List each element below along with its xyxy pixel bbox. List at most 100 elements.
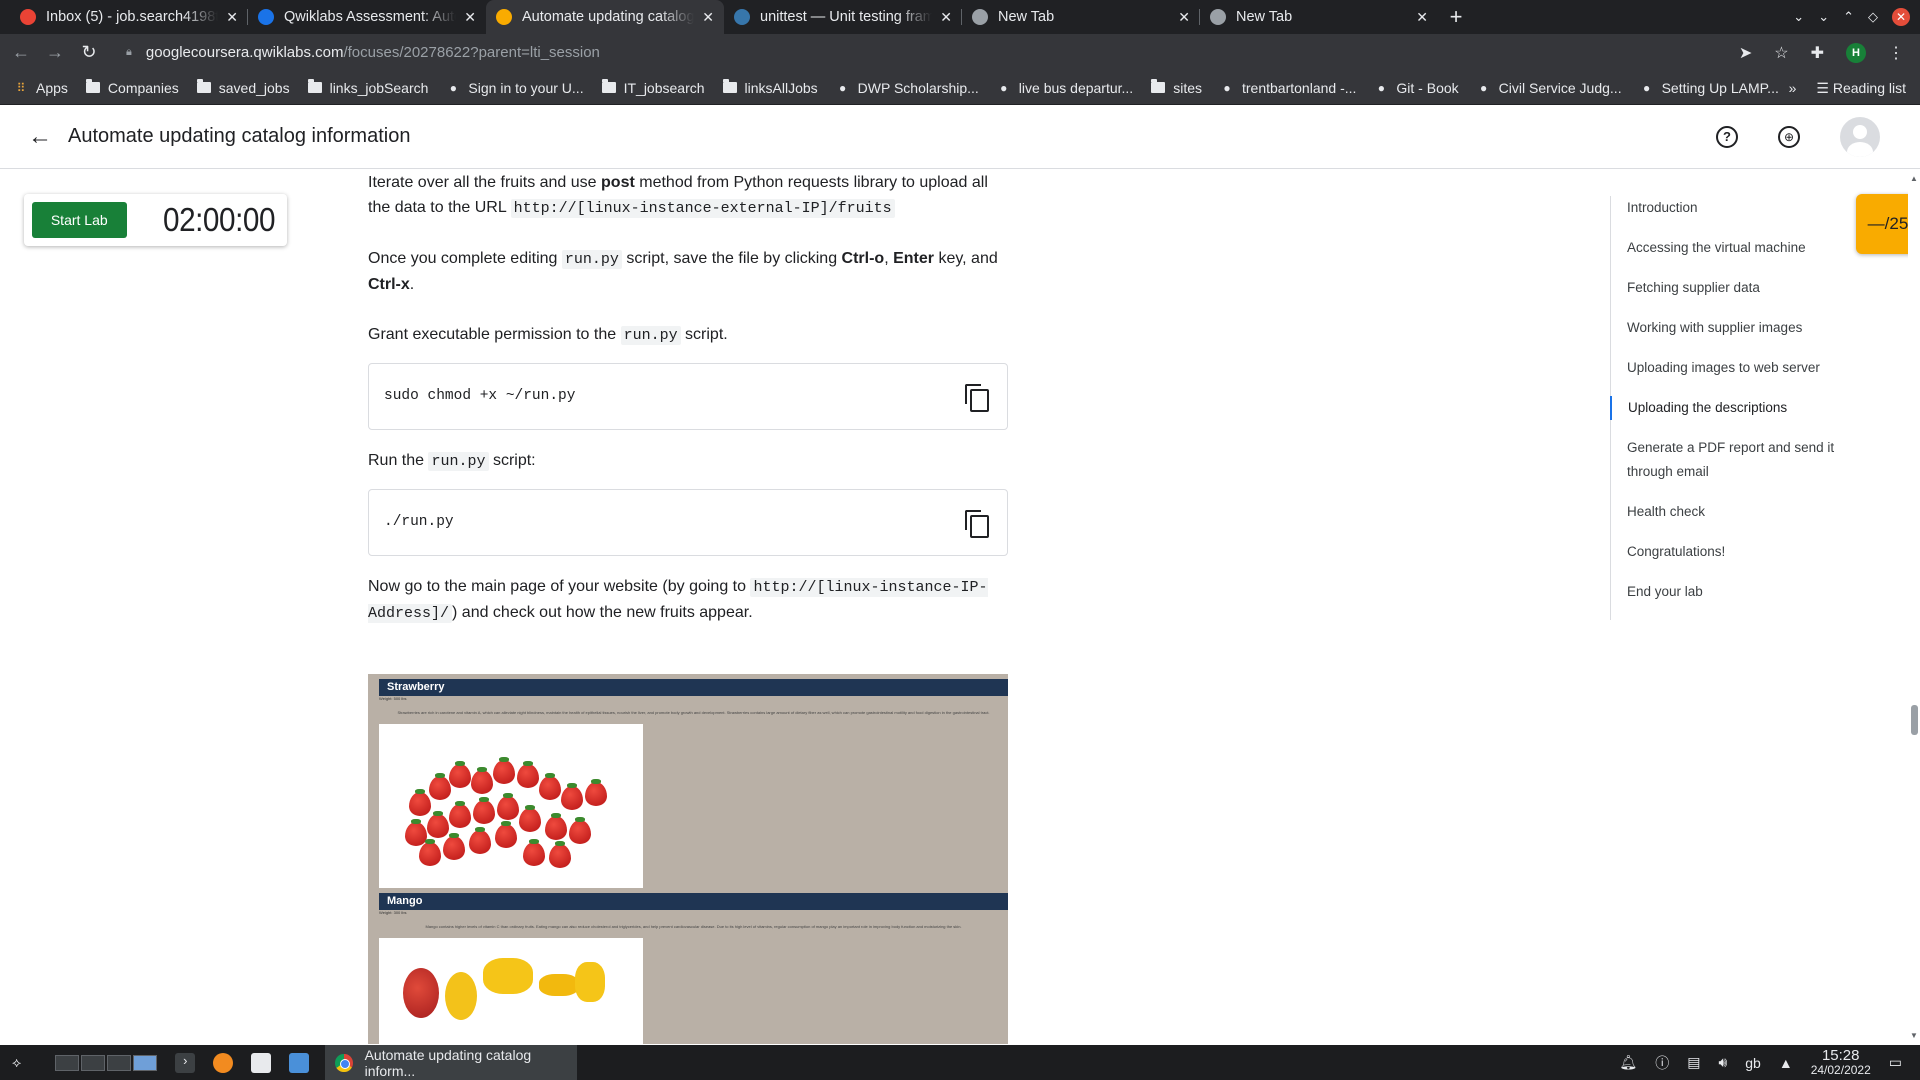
terminal-icon[interactable]: › (175, 1052, 196, 1073)
bookmark-star-icon[interactable]: ☆ (1774, 43, 1788, 63)
browser-tab[interactable]: Automate updating catalog information ✕ (486, 0, 724, 34)
volume-icon[interactable]: 🔊︎ (1718, 1054, 1727, 1071)
toc-item[interactable]: Generate a PDF report and send it throug… (1611, 436, 1850, 484)
back-icon[interactable]: ← (8, 42, 34, 63)
toc-item[interactable]: Working with supplier images (1611, 316, 1850, 340)
workspace-2[interactable] (81, 1054, 106, 1071)
keyboard-layout[interactable]: gb (1745, 1055, 1761, 1071)
notification-bell-icon[interactable]: 🔔︎ (1619, 1054, 1637, 1071)
strawberry-shape (585, 779, 607, 806)
browser-tab[interactable]: Inbox (5) - job.search4198t@gmail.com ✕ (10, 0, 248, 34)
bookmark-item[interactable]: linksAllJobs (722, 79, 818, 96)
close-tab-icon[interactable]: ✕ (940, 9, 952, 26)
bookmark-item[interactable]: links_jobSearch (307, 79, 428, 96)
close-tab-icon[interactable]: ✕ (702, 9, 714, 26)
bookmark-item[interactable]: ⠿ Apps (14, 80, 68, 96)
table-of-contents: Introduction Accessing the virtual machin… (1610, 196, 1850, 620)
workspace-3[interactable] (107, 1054, 132, 1071)
language-globe-icon[interactable]: ⊕ (1778, 125, 1800, 148)
bookmark-item[interactable]: Companies (85, 79, 179, 96)
more-bookmarks[interactable]: » (1789, 80, 1797, 96)
workspace-switcher[interactable] (55, 1054, 158, 1071)
page-scrollbar[interactable]: ▲ ▼ (1908, 170, 1920, 1040)
status-icon[interactable]: ⓘ (1655, 1053, 1669, 1073)
send-icon[interactable]: ➤ (1739, 43, 1752, 63)
code-block-run[interactable]: ./run.py (368, 489, 1008, 556)
minimize-icon[interactable]: ⌄ (1818, 9, 1829, 25)
toc-item[interactable]: Uploading the descriptions (1610, 396, 1850, 420)
bookmark-item[interactable]: ● trentbartonland -... (1220, 80, 1356, 96)
launcher-icon[interactable]: ⟡ (12, 1054, 21, 1071)
copy-icon[interactable] (965, 384, 989, 412)
toc-item[interactable]: End your lab (1611, 580, 1850, 604)
close-tab-icon[interactable]: ✕ (464, 9, 476, 26)
code-block-chmod[interactable]: sudo chmod +x ~/run.py (368, 363, 1008, 430)
clock[interactable]: 15:28 24/02/2022 (1811, 1048, 1871, 1077)
scrollbar-thumb[interactable] (1911, 705, 1918, 735)
toc-item[interactable]: Congratulations! (1611, 540, 1850, 564)
address-bar[interactable]: 🔒︎ googlecoursera.qwiklabs.com/focuses/2… (126, 44, 1739, 61)
taskbar-chrome-window[interactable]: Automate updating catalog inform... (325, 1045, 578, 1080)
bookmark-item[interactable]: saved_jobs (196, 79, 290, 96)
workspace-1[interactable] (55, 1054, 80, 1071)
strawberry-shape (419, 839, 441, 866)
file-manager-icon[interactable] (289, 1052, 310, 1073)
back-arrow-icon[interactable]: ← (28, 123, 56, 151)
browser-tab[interactable]: New Tab ✕ (1200, 0, 1438, 34)
browser-tab[interactable]: New Tab ✕ (962, 0, 1200, 34)
strawberry-shape (405, 819, 427, 846)
user-avatar[interactable] (1840, 116, 1880, 157)
close-tab-icon[interactable]: ✕ (1416, 9, 1428, 26)
git-icon: ● (1377, 80, 1386, 95)
bookmark-item[interactable]: sites (1151, 79, 1202, 96)
reload-icon[interactable]: ↻ (76, 42, 102, 63)
close-tab-icon[interactable]: ✕ (226, 9, 238, 26)
firefox-icon[interactable] (213, 1052, 234, 1073)
text-editor-icon[interactable] (251, 1052, 272, 1073)
close-tab-icon[interactable]: ✕ (1178, 9, 1190, 26)
bookmark-item[interactable]: ● Git - Book (1374, 80, 1459, 96)
toc-item[interactable]: Fetching supplier data (1611, 276, 1850, 300)
strawberry-shape (443, 833, 465, 860)
forward-icon[interactable]: → (42, 42, 68, 63)
maximize-icon[interactable]: ◇ (1868, 9, 1878, 25)
browser-tab[interactable]: Qwiklabs Assessment: Automate ✕ (248, 0, 486, 34)
lock-icon[interactable]: 🔒︎ (126, 46, 132, 59)
toc-item[interactable]: Health check (1611, 500, 1850, 524)
bookmark-item[interactable]: ● Civil Service Judg... (1477, 80, 1622, 96)
bookmark-item[interactable]: IT_jobsearch (601, 79, 705, 96)
profile-avatar[interactable]: H (1846, 42, 1866, 63)
strawberry-shape (545, 813, 567, 840)
scroll-down-icon[interactable]: ▼ (1910, 1031, 1918, 1040)
new-tab-icon[interactable]: + (1438, 0, 1474, 34)
copy-icon[interactable] (965, 510, 989, 538)
toc-item[interactable]: Uploading images to web server (1611, 356, 1850, 380)
show-desktop-icon[interactable]: ▭ (1889, 1054, 1902, 1071)
start-lab-button[interactable]: Start Lab (32, 202, 127, 238)
browser-tab[interactable]: unittest — Unit testing framework ✕ (724, 0, 962, 34)
scroll-up-icon[interactable]: ▲ (1910, 174, 1918, 183)
toc-item[interactable]: Introduction (1611, 196, 1850, 220)
clipboard-icon[interactable]: ▤ (1687, 1054, 1700, 1071)
toc-item[interactable]: Accessing the virtual machine (1611, 236, 1850, 260)
bookmark-item[interactable]: ● Sign in to your U... (446, 80, 584, 96)
workspace-4[interactable] (133, 1054, 158, 1071)
tray-expand-icon[interactable]: ▲ (1779, 1055, 1793, 1071)
fruit-description: Strawberries are rich in carotene and vi… (397, 710, 990, 715)
coursera-icon: ● (839, 80, 847, 95)
inline-code: http://[linux-instance-external-IP]/frui… (510, 199, 895, 218)
extensions-icon[interactable]: ✚ (1811, 43, 1824, 63)
menu-icon[interactable]: ⋮ (1888, 43, 1904, 63)
tab-search-icon[interactable]: ⌄ (1793, 9, 1804, 25)
close-window-icon[interactable]: ✕ (1892, 8, 1910, 26)
strawberry-shape (427, 811, 449, 838)
lab-instructions: Iterate over all the fruits and use post… (368, 170, 1008, 651)
help-icon[interactable]: ? (1716, 125, 1738, 148)
os-taskbar: ⟡ › Automate updating catalog inform... … (0, 1045, 1920, 1080)
bookmark-item[interactable]: ● DWP Scholarship... (836, 80, 979, 96)
restore-icon[interactable]: ⌃ (1843, 9, 1854, 25)
bookmark-item[interactable]: ● Setting Up LAMP... (1640, 80, 1779, 96)
fruit-weight: Weight: 500 lbs (379, 696, 407, 701)
bookmark-item[interactable]: ● live bus departur... (997, 80, 1133, 96)
reading-list-button[interactable]: ☰ Reading list (1816, 80, 1906, 97)
